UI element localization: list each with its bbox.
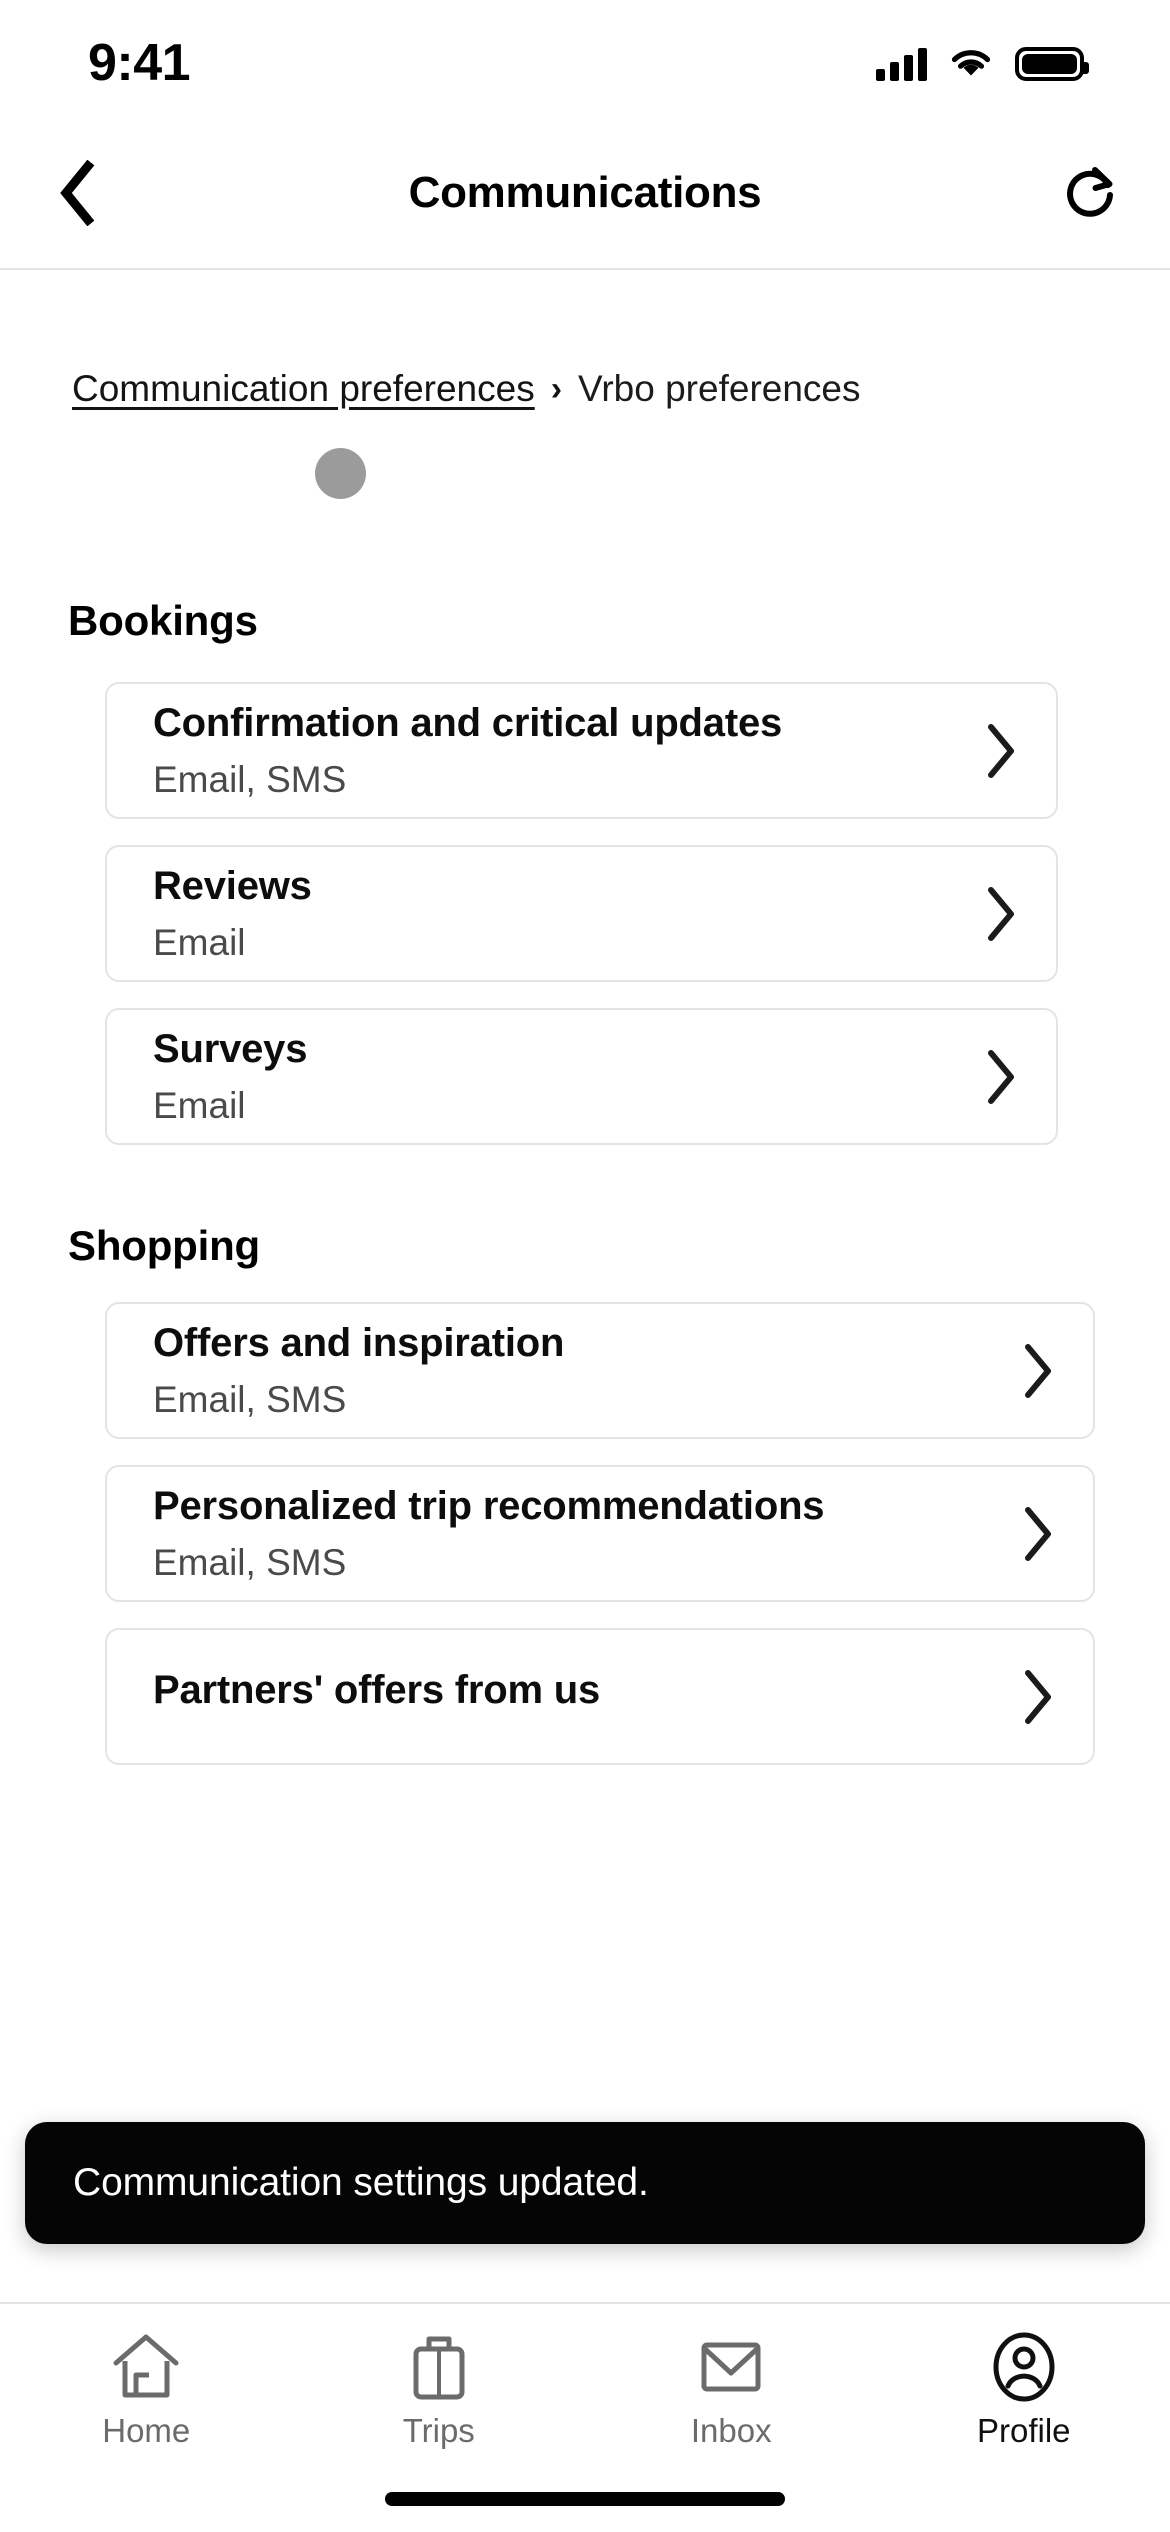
tab-label: Trips bbox=[402, 2412, 475, 2449]
card-chevron bbox=[983, 1342, 1093, 1400]
cellular-signal-icon bbox=[876, 47, 927, 81]
breadcrumb-parent-link[interactable]: Communication preferences bbox=[72, 368, 535, 410]
card-body: Partners' offers from us bbox=[107, 1667, 983, 1727]
section-heading-shopping: Shopping bbox=[68, 1222, 261, 1269]
tab-profile[interactable]: Profile bbox=[878, 2304, 1170, 2532]
card-subtitle: Email bbox=[153, 922, 246, 964]
card-title: Personalized trip recommendations bbox=[153, 1484, 825, 1529]
breadcrumb: Communication preferences › Vrbo prefere… bbox=[72, 368, 861, 410]
preference-card-offers[interactable]: Offers and inspiration Email, SMS bbox=[105, 1302, 1095, 1439]
battery-full-icon bbox=[1015, 47, 1089, 81]
preference-card-confirmation[interactable]: Confirmation and critical updates Email,… bbox=[105, 682, 1058, 819]
card-title: Confirmation and critical updates bbox=[153, 701, 783, 746]
chevron-right-icon bbox=[1025, 1669, 1051, 1724]
card-subtitle: Email, SMS bbox=[153, 1379, 347, 1421]
tab-label: Home bbox=[102, 2412, 191, 2449]
person-circle-icon bbox=[988, 2328, 1060, 2406]
breadcrumb-current: Vrbo preferences bbox=[578, 368, 861, 409]
card-chevron bbox=[983, 1505, 1093, 1563]
card-body: Personalized trip recommendations Email,… bbox=[107, 1483, 983, 1584]
card-body: Surveys Email bbox=[107, 1026, 946, 1127]
card-title: Offers and inspiration bbox=[153, 1321, 565, 1366]
card-chevron bbox=[946, 1048, 1056, 1106]
card-title: Surveys bbox=[153, 1027, 308, 1072]
refresh-icon bbox=[1067, 167, 1113, 217]
card-body: Reviews Email bbox=[107, 863, 946, 964]
envelope-icon bbox=[696, 2328, 766, 2406]
card-title: Partners' offers from us bbox=[153, 1667, 601, 1712]
tab-label: Inbox bbox=[690, 2412, 772, 2449]
chevron-right-icon bbox=[988, 886, 1014, 941]
wifi-icon bbox=[951, 50, 991, 76]
phone-screen: 9:41 Communications Communication prefer… bbox=[0, 0, 1170, 2532]
card-subtitle: Email bbox=[153, 1085, 246, 1127]
preference-card-reviews[interactable]: Reviews Email bbox=[105, 845, 1058, 982]
chevron-right-icon bbox=[988, 723, 1014, 778]
chevron-right-icon bbox=[1025, 1343, 1051, 1398]
card-chevron bbox=[946, 885, 1056, 943]
card-subtitle: Email, SMS bbox=[153, 1542, 347, 1584]
card-chevron bbox=[946, 722, 1056, 780]
breadcrumb-separator-icon: › bbox=[550, 370, 563, 408]
card-body: Confirmation and critical updates Email,… bbox=[107, 700, 946, 801]
card-body: Offers and inspiration Email, SMS bbox=[107, 1320, 983, 1421]
loading-dot bbox=[315, 448, 366, 499]
chevron-right-icon bbox=[1025, 1506, 1051, 1561]
toast-message: Communication settings updated. bbox=[73, 2161, 649, 2204]
card-title: Reviews bbox=[153, 864, 312, 909]
preference-card-surveys[interactable]: Surveys Email bbox=[105, 1008, 1058, 1145]
toast-notification: Communication settings updated. bbox=[25, 2122, 1145, 2244]
status-bar: 9:41 bbox=[0, 0, 1170, 118]
card-subtitle: Email, SMS bbox=[153, 759, 347, 801]
home-icon bbox=[109, 2328, 183, 2406]
scroll-content[interactable]: Communication preferences › Vrbo prefere… bbox=[0, 272, 1170, 2302]
refresh-button[interactable] bbox=[1056, 158, 1126, 228]
tab-label: Profile bbox=[976, 2412, 1071, 2449]
preference-card-partners[interactable]: Partners' offers from us bbox=[105, 1628, 1095, 1765]
card-chevron bbox=[983, 1668, 1093, 1726]
section-heading-bookings: Bookings bbox=[68, 597, 258, 644]
status-icons bbox=[876, 47, 1089, 81]
nav-bar: Communications bbox=[0, 118, 1170, 270]
home-indicator bbox=[385, 2492, 785, 2506]
preference-card-personalized[interactable]: Personalized trip recommendations Email,… bbox=[105, 1465, 1095, 1602]
page-title: Communications bbox=[408, 168, 762, 217]
tab-home[interactable]: Home bbox=[0, 2304, 293, 2532]
status-time: 9:41 bbox=[88, 34, 191, 92]
suitcase-icon bbox=[406, 2328, 472, 2406]
chevron-right-icon bbox=[988, 1049, 1014, 1104]
